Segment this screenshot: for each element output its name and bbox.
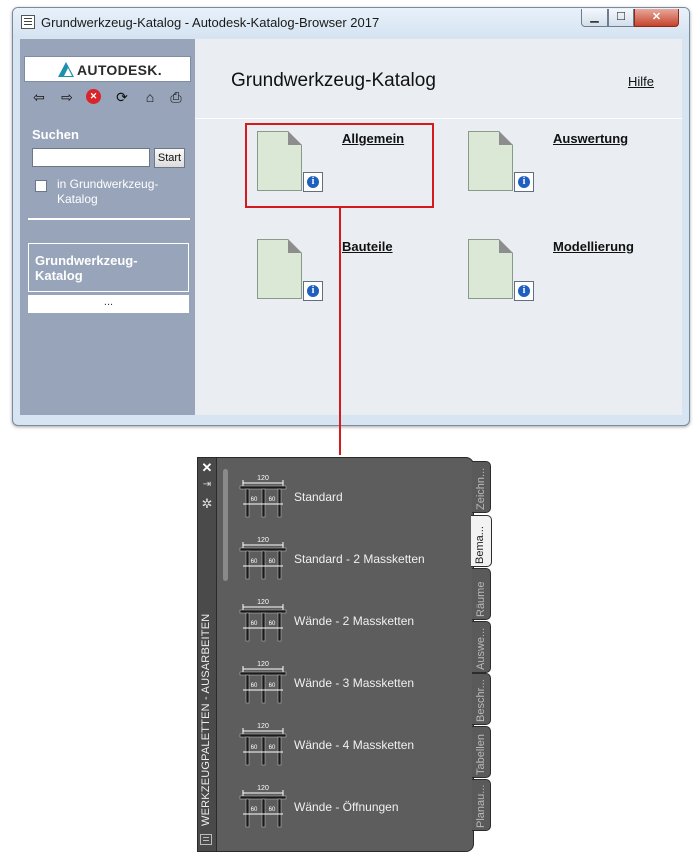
refresh-icon[interactable]: ⟳ bbox=[113, 87, 131, 107]
dimension-icon: 120 60 60 bbox=[239, 785, 287, 828]
info-icon[interactable]: i bbox=[514, 281, 534, 301]
palette-tab[interactable]: Bema... bbox=[471, 515, 492, 567]
back-arrow-icon[interactable]: ⇦ bbox=[30, 87, 48, 107]
page-title: Grundwerkzeug-Katalog bbox=[231, 70, 436, 91]
palette-tab[interactable]: Auswe... bbox=[472, 621, 491, 673]
print-icon[interactable]: ⎙ bbox=[167, 87, 185, 107]
svg-text:60: 60 bbox=[269, 683, 276, 689]
home-icon[interactable]: ⌂ bbox=[141, 87, 159, 107]
palette-scrollbar[interactable] bbox=[223, 469, 228, 581]
svg-text:60: 60 bbox=[269, 807, 276, 813]
palette-tab-label: Zeichn... bbox=[475, 467, 487, 510]
highlight-frame bbox=[245, 123, 434, 208]
stop-icon[interactable]: ✕ bbox=[86, 89, 101, 104]
palette-title-text: WERKZEUGPALETTEN - AUSARBEITEN bbox=[200, 613, 212, 826]
palette-tab[interactable]: Tabellen bbox=[472, 726, 491, 778]
palette-tab[interactable]: Planau... bbox=[472, 779, 491, 831]
palette-tab-label: Beschr... bbox=[475, 679, 487, 722]
tool-label: Wände - 2 Massketten bbox=[294, 614, 415, 628]
category-link[interactable]: Bauteile bbox=[342, 239, 393, 254]
tool-label: Standard bbox=[294, 490, 343, 504]
navigation-toolbar: ⇦ ⇨ ✕ ⟳ ⌂ ⎙ bbox=[24, 87, 191, 109]
help-link[interactable]: Hilfe bbox=[628, 74, 654, 89]
tool-item[interactable]: 120 60 60 Standard - 2 Massketten bbox=[237, 534, 457, 584]
info-icon[interactable]: i bbox=[303, 281, 323, 301]
close-button[interactable]: ✕ bbox=[634, 9, 679, 27]
app-icon bbox=[21, 15, 35, 29]
tool-label: Standard - 2 Massketten bbox=[294, 552, 425, 566]
sidebar-more-item[interactable]: ... bbox=[28, 295, 189, 313]
scope-checkbox-label: in Grundwerkzeug-Katalog bbox=[57, 177, 159, 206]
sidebar-item-grundwerkzeug-katalog[interactable]: Grundwerkzeug-Katalog bbox=[28, 243, 189, 292]
svg-text:60: 60 bbox=[251, 807, 258, 813]
category-link[interactable]: Auswertung bbox=[553, 131, 628, 146]
svg-text:60: 60 bbox=[251, 497, 258, 503]
palette-tab[interactable]: Räume bbox=[472, 568, 491, 620]
dimension-icon: 120 60 60 bbox=[239, 661, 287, 704]
forward-arrow-icon[interactable]: ⇨ bbox=[58, 87, 76, 107]
info-icon[interactable]: i bbox=[514, 172, 534, 192]
connector-line bbox=[339, 208, 341, 455]
tool-item[interactable]: 120 60 60 Wände - 4 Massketten bbox=[237, 720, 457, 770]
svg-text:120: 120 bbox=[257, 661, 269, 668]
autohide-icon[interactable]: ⇥ bbox=[199, 478, 215, 492]
svg-text:60: 60 bbox=[251, 621, 258, 627]
palette-tab-label: Planau... bbox=[475, 784, 487, 828]
svg-text:60: 60 bbox=[251, 683, 258, 689]
autodesk-logo: AUTODESK. bbox=[24, 56, 191, 82]
tool-item[interactable]: 120 60 60 Standard bbox=[237, 472, 457, 522]
palette-tab-label: Räume bbox=[475, 581, 487, 617]
dimension-icon: 120 60 60 bbox=[239, 599, 287, 642]
svg-text:60: 60 bbox=[251, 745, 258, 751]
tool-label: Wände - Öffnungen bbox=[294, 800, 399, 814]
window-title: Grundwerkzeug-Katalog - Autodesk-Katalog… bbox=[41, 15, 380, 30]
scope-checkbox[interactable] bbox=[35, 180, 47, 192]
palette-tab-label: Tabellen bbox=[475, 734, 487, 775]
sidebar-item-label: Grundwerkzeug-Katalog bbox=[35, 253, 138, 283]
tool-label: Wände - 3 Massketten bbox=[294, 676, 415, 690]
palette-tab-label: Auswe... bbox=[475, 627, 487, 670]
logo-text: AUTODESK. bbox=[77, 62, 162, 78]
start-button[interactable]: Start bbox=[154, 148, 185, 168]
svg-text:60: 60 bbox=[269, 559, 276, 565]
catalog-main-pane: Grundwerkzeug-Katalog Hilfe bbox=[195, 39, 682, 415]
svg-text:120: 120 bbox=[257, 537, 269, 544]
svg-text:60: 60 bbox=[269, 621, 276, 627]
tool-item[interactable]: 120 60 60 Wände - Öffnungen bbox=[237, 782, 457, 832]
sidebar: AUTODESK. ⇦ ⇨ ✕ ⟳ ⌂ ⎙ Suchen Start in Gr… bbox=[20, 39, 195, 415]
browser-content: AUTODESK. ⇦ ⇨ ✕ ⟳ ⌂ ⎙ Suchen Start in Gr… bbox=[20, 39, 682, 415]
palette-tab[interactable]: Beschr... bbox=[472, 673, 491, 725]
svg-text:120: 120 bbox=[257, 599, 269, 606]
svg-text:60: 60 bbox=[269, 745, 276, 751]
tool-label: Wände - 4 Massketten bbox=[294, 738, 415, 752]
palette-tab-label: Bema... bbox=[474, 526, 486, 564]
catalog-header: Grundwerkzeug-Katalog Hilfe bbox=[195, 39, 682, 119]
category-link[interactable]: Modellierung bbox=[553, 239, 634, 254]
title-bar[interactable]: Grundwerkzeug-Katalog - Autodesk-Katalog… bbox=[13, 8, 689, 38]
tool-item[interactable]: 120 60 60 Wände - 3 Massketten bbox=[237, 658, 457, 708]
search-input[interactable] bbox=[32, 148, 150, 167]
palette-tab[interactable]: Zeichn... bbox=[472, 461, 491, 513]
maximize-button[interactable]: ☐ bbox=[608, 9, 634, 27]
properties-icon[interactable]: ✲ bbox=[199, 496, 215, 512]
sidebar-divider bbox=[28, 218, 190, 220]
autodesk-logo-icon bbox=[58, 62, 74, 77]
search-label: Suchen bbox=[32, 127, 79, 142]
dimension-icon: 120 60 60 bbox=[239, 537, 287, 580]
catalog-browser-window: Grundwerkzeug-Katalog - Autodesk-Katalog… bbox=[12, 7, 690, 426]
svg-text:120: 120 bbox=[257, 723, 269, 730]
tool-item[interactable]: 120 60 60 Wände - 2 Massketten bbox=[237, 596, 457, 646]
palette-menu-icon[interactable] bbox=[200, 834, 212, 845]
svg-text:60: 60 bbox=[251, 559, 258, 565]
svg-text:120: 120 bbox=[257, 785, 269, 792]
dimension-icon: 120 60 60 bbox=[239, 723, 287, 766]
minimize-button[interactable]: ▁ bbox=[581, 9, 608, 27]
close-icon[interactable]: ✕ bbox=[199, 461, 215, 475]
dimension-icon: 120 60 60 bbox=[239, 475, 287, 518]
svg-text:60: 60 bbox=[269, 497, 276, 503]
svg-text:120: 120 bbox=[257, 475, 269, 482]
